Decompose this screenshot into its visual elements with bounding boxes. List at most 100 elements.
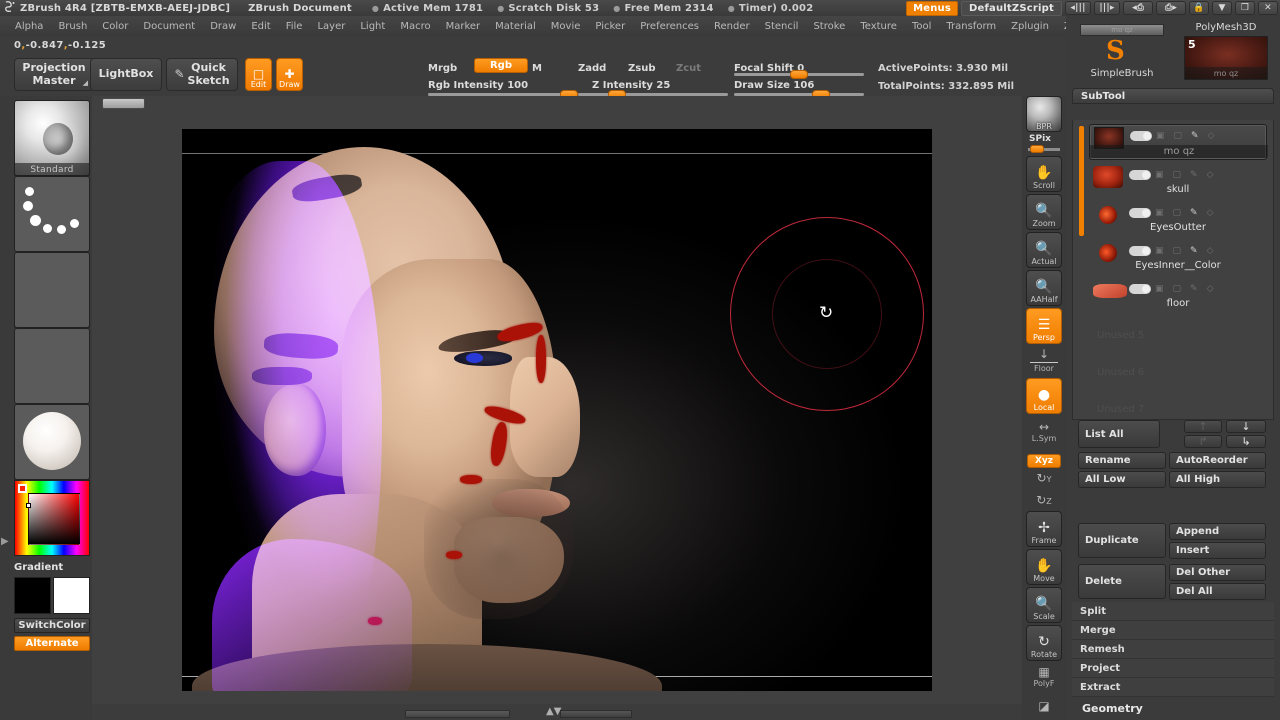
subtool-smooth-icon[interactable]: ▢ [1173, 284, 1182, 294]
transparency-button[interactable]: ◪ [1026, 700, 1062, 713]
texture-selector[interactable]: Texture Off [14, 328, 90, 632]
zsub-button[interactable]: Zsub [628, 63, 655, 74]
subtool-item-0[interactable]: ▣ ▢ ✎ ◇ mo qz [1089, 124, 1268, 160]
local-button[interactable]: ● Local [1026, 378, 1062, 414]
menu-item-render[interactable]: Render [707, 19, 757, 34]
menu-item-texture[interactable]: Texture [853, 19, 904, 34]
subtool-item-3[interactable]: ▣ ▢ ✎ ◇ EyesInner__Color [1089, 240, 1267, 276]
xyz-button[interactable]: Xyz [1027, 454, 1061, 468]
left-tray-expand-icon[interactable]: ▶ [1, 526, 11, 556]
current-brush-display[interactable]: mo qz S SimpleBrush [1074, 24, 1170, 82]
menu-item-transform[interactable]: Transform [939, 19, 1003, 34]
menu-item-preferences[interactable]: Preferences [633, 19, 706, 34]
document-viewport[interactable]: ↻ [182, 129, 932, 691]
subtool-mask-icon[interactable]: ◇ [1207, 284, 1214, 294]
focal-shift-slider[interactable] [734, 70, 864, 79]
auto-reorder-button[interactable]: AutoReorder [1169, 452, 1266, 469]
scroll-right-icon[interactable]: |||▸ [1094, 1, 1120, 15]
z-axis-button[interactable]: ↻Z [1026, 494, 1062, 508]
floor-button[interactable]: ↓ Floor [1026, 348, 1062, 373]
extract-section[interactable]: Extract [1072, 678, 1274, 697]
subtool-visibility-toggle[interactable] [1129, 170, 1151, 180]
menu-item-light[interactable]: Light [353, 19, 392, 34]
zadd-button[interactable]: Zadd [578, 63, 606, 74]
remesh-section[interactable]: Remesh [1072, 640, 1274, 659]
aahalf-button[interactable]: 🔍 AAHalf [1026, 270, 1062, 306]
menu-item-macro[interactable]: Macro [393, 19, 437, 34]
subtool-brush-icon[interactable]: ✎ [1190, 208, 1198, 218]
frame-button[interactable]: ✢ Frame [1026, 511, 1062, 547]
color-picker-square[interactable] [28, 493, 80, 545]
alternate-button[interactable]: Alternate [14, 636, 90, 651]
color-picker-marker-primary[interactable] [18, 484, 27, 493]
menu-item-stroke[interactable]: Stroke [806, 19, 852, 34]
primary-color-swatch[interactable] [14, 577, 51, 614]
menu-item-brush[interactable]: Brush [51, 19, 94, 34]
color-picker-marker-secondary[interactable] [26, 503, 31, 508]
subtool-polypaint-icon[interactable]: ▣ [1156, 131, 1165, 141]
subtool-row-icons[interactable]: ▣ ▢ ✎ ◇ [1155, 168, 1265, 182]
subtool-visibility-toggle[interactable] [1129, 284, 1151, 294]
draw-mode-button[interactable]: ✚ Draw [276, 58, 303, 91]
lightbox-button[interactable]: LightBox [90, 58, 162, 91]
subtool-polypaint-icon[interactable]: ▣ [1155, 284, 1164, 294]
subtool-brush-icon[interactable]: ✎ [1190, 246, 1198, 256]
menu-item-file[interactable]: File [279, 19, 310, 34]
switch-color-button[interactable]: SwitchColor [14, 618, 90, 633]
subtool-panel-title[interactable]: SubTool [1072, 88, 1274, 104]
subtool-item-1[interactable]: ▣ ▢ ✎ ◇ skull [1089, 164, 1267, 200]
subtool-visibility-toggle[interactable] [1129, 208, 1151, 218]
menu-item-zplugin[interactable]: Zplugin [1004, 19, 1056, 34]
del-all-button[interactable]: Del All [1169, 583, 1266, 600]
all-high-button[interactable]: All High [1169, 471, 1266, 488]
subtool-visibility-toggle[interactable] [1129, 246, 1151, 256]
move-button[interactable]: ✋ Move [1026, 549, 1062, 585]
sculpt-model[interactable] [192, 139, 662, 691]
gradient-label[interactable]: Gradient [14, 562, 63, 573]
subtool-smooth-icon[interactable]: ▢ [1174, 131, 1183, 141]
material-selector[interactable]: SkinShade4 [14, 404, 90, 480]
subtool-mask-icon[interactable]: ◇ [1207, 208, 1214, 218]
restore-icon[interactable]: ❐ [1235, 1, 1255, 15]
subtool-brush-icon[interactable]: ✎ [1191, 131, 1199, 141]
del-other-button[interactable]: Del Other [1169, 564, 1266, 581]
rgb-button[interactable]: Rgb [474, 58, 528, 73]
window-next-icon[interactable]: ⎙▸ [1156, 1, 1186, 15]
subtool-row-icons[interactable]: ▣ ▢ ✎ ◇ [1156, 129, 1266, 143]
delete-button[interactable]: Delete [1078, 564, 1166, 599]
stroke-selector[interactable]: Dots [14, 176, 90, 328]
y-axis-button[interactable]: ↻Y [1026, 472, 1062, 486]
subtool-down-button[interactable]: ↓ [1226, 420, 1266, 433]
window-prev-icon[interactable]: ◂⎙ [1123, 1, 1153, 15]
document-drag-handle[interactable] [102, 98, 145, 109]
subtool-mask-icon[interactable]: ◇ [1207, 170, 1214, 180]
scale-button[interactable]: 🔍 Scale [1026, 587, 1062, 623]
horizontal-scrollbar-left[interactable] [405, 710, 510, 718]
persp-button[interactable]: ☰ Persp [1026, 308, 1062, 344]
menu-item-edit[interactable]: Edit [244, 19, 277, 34]
lsym-button[interactable]: ↔ L.Sym [1026, 421, 1062, 444]
subtool-row-icons[interactable]: ▣ ▢ ✎ ◇ [1155, 206, 1265, 220]
subtool-smooth-icon[interactable]: ▢ [1173, 208, 1182, 218]
subtool-move-down-button[interactable]: ↳ [1226, 435, 1266, 448]
scroll-left-icon[interactable]: ◂||| [1065, 1, 1091, 15]
minimize-icon[interactable]: ▼ [1212, 1, 1232, 15]
actual-button[interactable]: 🔍 Actual [1026, 232, 1062, 268]
menu-item-layer[interactable]: Layer [310, 19, 352, 34]
mrgb-button[interactable]: Mrgb [428, 63, 457, 74]
bpr-render-button[interactable]: BPR [1026, 96, 1062, 132]
projection-master-button[interactable]: Projection Master ◢ [14, 58, 94, 91]
list-all-button[interactable]: List All [1078, 420, 1160, 448]
menu-item-draw[interactable]: Draw [203, 19, 243, 34]
subtool-item-4[interactable]: ▣ ▢ ✎ ◇ floor [1089, 278, 1267, 314]
m-button[interactable]: M [532, 63, 542, 74]
edit-mode-button[interactable]: □ Edit [245, 58, 272, 91]
subtool-move-up-button[interactable]: ↱ [1184, 435, 1222, 448]
subtool-mask-icon[interactable]: ◇ [1208, 131, 1215, 141]
tool-thumbnail[interactable]: 5 mo qz [1184, 36, 1268, 80]
menu-item-movie[interactable]: Movie [544, 19, 588, 34]
project-section[interactable]: Project [1072, 659, 1274, 678]
focal-shift-knob[interactable] [790, 70, 808, 79]
scroll-button[interactable]: ✋ Scroll [1026, 156, 1062, 192]
subtool-row-icons[interactable]: ▣ ▢ ✎ ◇ [1155, 282, 1265, 296]
